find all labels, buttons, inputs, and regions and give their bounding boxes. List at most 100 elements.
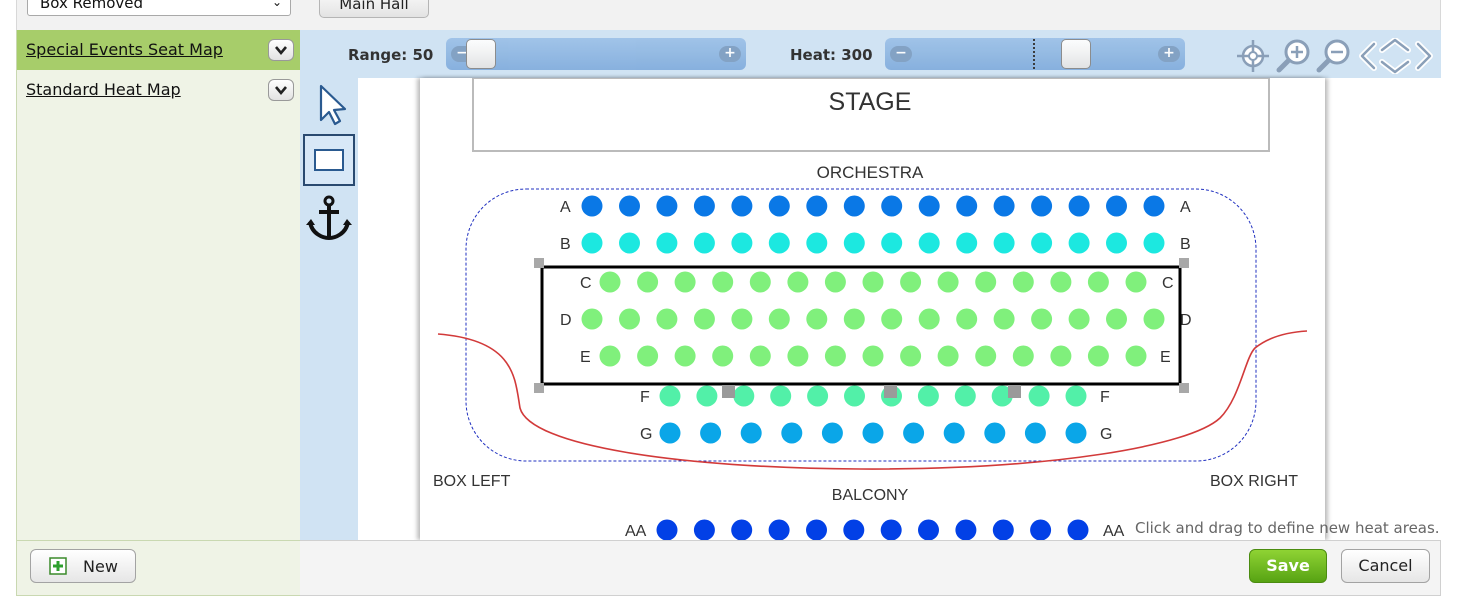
seat-a[interactable] xyxy=(1068,195,1090,217)
hall-button[interactable]: Main Hall xyxy=(319,0,429,18)
save-button[interactable]: Save xyxy=(1249,549,1327,583)
seat-aa[interactable] xyxy=(992,519,1014,541)
seat-b[interactable] xyxy=(956,232,978,254)
seat-e[interactable] xyxy=(824,345,846,367)
seat-a[interactable] xyxy=(843,195,865,217)
seat-f[interactable] xyxy=(1065,385,1087,407)
range-slider[interactable]: − + xyxy=(446,38,746,70)
seat-a[interactable] xyxy=(656,195,678,217)
navigation-toolbar[interactable] xyxy=(1235,38,1441,74)
seat-e[interactable] xyxy=(637,345,659,367)
seat-aa[interactable] xyxy=(806,519,827,541)
seat-d[interactable] xyxy=(731,308,753,330)
heat-increase-button[interactable]: + xyxy=(1158,46,1180,62)
seat-b[interactable] xyxy=(881,232,903,254)
seat-e[interactable] xyxy=(1087,345,1109,367)
seat-c[interactable] xyxy=(637,271,659,293)
seat-d[interactable] xyxy=(881,308,903,330)
sidebar-item-special-events[interactable]: Special Events Seat Map xyxy=(17,30,300,70)
seat-b[interactable] xyxy=(693,232,715,254)
seat-d[interactable] xyxy=(956,308,978,330)
seat-g[interactable] xyxy=(659,422,681,444)
seat-g[interactable] xyxy=(1024,422,1046,444)
seat-aa[interactable] xyxy=(1030,519,1052,541)
seat-b[interactable] xyxy=(918,232,940,254)
seat-a[interactable] xyxy=(1106,195,1127,217)
seat-f[interactable] xyxy=(770,385,792,407)
seat-c[interactable] xyxy=(1050,271,1072,293)
pointer-tool[interactable] xyxy=(303,78,355,130)
seat-d[interactable] xyxy=(918,308,940,330)
seat-a[interactable] xyxy=(731,195,753,217)
chevron-down-icon[interactable] xyxy=(268,79,294,101)
seat-d[interactable] xyxy=(806,308,828,330)
seat-e[interactable] xyxy=(862,345,884,367)
seat-c[interactable] xyxy=(599,271,621,293)
seat-d[interactable] xyxy=(993,308,1015,330)
seat-aa[interactable] xyxy=(768,519,790,541)
seat-g[interactable] xyxy=(700,422,722,444)
new-button[interactable]: New xyxy=(30,549,136,583)
rectangle-tool[interactable] xyxy=(303,134,355,186)
seat-e[interactable] xyxy=(1012,345,1034,367)
seat-g[interactable] xyxy=(862,422,884,444)
cancel-button[interactable]: Cancel xyxy=(1341,549,1430,583)
seat-g[interactable] xyxy=(1065,422,1087,444)
seat-g[interactable] xyxy=(984,422,1006,444)
seat-c[interactable] xyxy=(937,271,959,293)
seat-c[interactable] xyxy=(900,271,922,293)
seat-g[interactable] xyxy=(781,422,803,444)
seat-a[interactable] xyxy=(1031,195,1053,217)
seat-b[interactable] xyxy=(1068,232,1090,254)
heat-decrease-button[interactable]: − xyxy=(890,46,912,62)
seat-c[interactable] xyxy=(674,271,696,293)
seat-e[interactable] xyxy=(599,345,621,367)
seat-aa[interactable] xyxy=(918,519,939,541)
crosshair-icon[interactable] xyxy=(1237,40,1269,72)
seat-a[interactable] xyxy=(1143,195,1165,217)
resize-handle[interactable] xyxy=(534,258,544,268)
seat-c[interactable] xyxy=(1012,271,1034,293)
chevron-down-icon[interactable] xyxy=(268,39,294,61)
seat-e[interactable] xyxy=(787,345,809,367)
seat-e[interactable] xyxy=(712,345,734,367)
sidebar-item-label[interactable]: Standard Heat Map xyxy=(26,80,181,99)
seat-g[interactable] xyxy=(943,422,965,444)
range-slider-handle[interactable] xyxy=(466,39,496,69)
range-increase-button[interactable]: + xyxy=(719,46,741,62)
seat-b[interactable] xyxy=(731,232,753,254)
seat-e[interactable] xyxy=(674,345,696,367)
resize-handle[interactable] xyxy=(534,383,544,393)
zoom-out-icon[interactable] xyxy=(1316,39,1350,73)
seat-aa[interactable] xyxy=(656,519,678,541)
seat-f[interactable] xyxy=(659,385,681,407)
seat-a[interactable] xyxy=(918,195,940,217)
resize-handle[interactable] xyxy=(722,385,735,398)
seat-b[interactable] xyxy=(619,232,640,254)
resize-handle[interactable] xyxy=(1179,383,1189,393)
seat-f[interactable] xyxy=(733,385,755,407)
seat-b[interactable] xyxy=(1031,232,1053,254)
seat-c[interactable] xyxy=(862,271,884,293)
seat-b[interactable] xyxy=(843,232,865,254)
seat-e[interactable] xyxy=(1125,345,1147,367)
seat-e[interactable] xyxy=(937,345,959,367)
seat-d[interactable] xyxy=(1106,308,1127,330)
seat-a[interactable] xyxy=(881,195,903,217)
seat-aa[interactable] xyxy=(1067,519,1089,541)
seat-aa[interactable] xyxy=(843,519,865,541)
zoom-in-icon[interactable] xyxy=(1276,39,1310,73)
seat-d[interactable] xyxy=(656,308,678,330)
seat-b[interactable] xyxy=(656,232,678,254)
seat-f[interactable] xyxy=(954,385,976,407)
seat-a[interactable] xyxy=(956,195,978,217)
seat-g[interactable] xyxy=(903,422,925,444)
seat-c[interactable] xyxy=(1125,271,1147,293)
seat-f[interactable] xyxy=(807,385,829,407)
seat-aa[interactable] xyxy=(955,519,977,541)
resize-handle[interactable] xyxy=(1179,258,1189,268)
seat-a[interactable] xyxy=(693,195,715,217)
hall-select[interactable]: Box Removed ⌄ xyxy=(27,0,291,16)
seat-aa[interactable] xyxy=(880,519,902,541)
seat-map-canvas[interactable]: STAGE ORCHESTRA A A B B C C D D E E F F G G AA AA BOX L… xyxy=(420,77,1325,541)
